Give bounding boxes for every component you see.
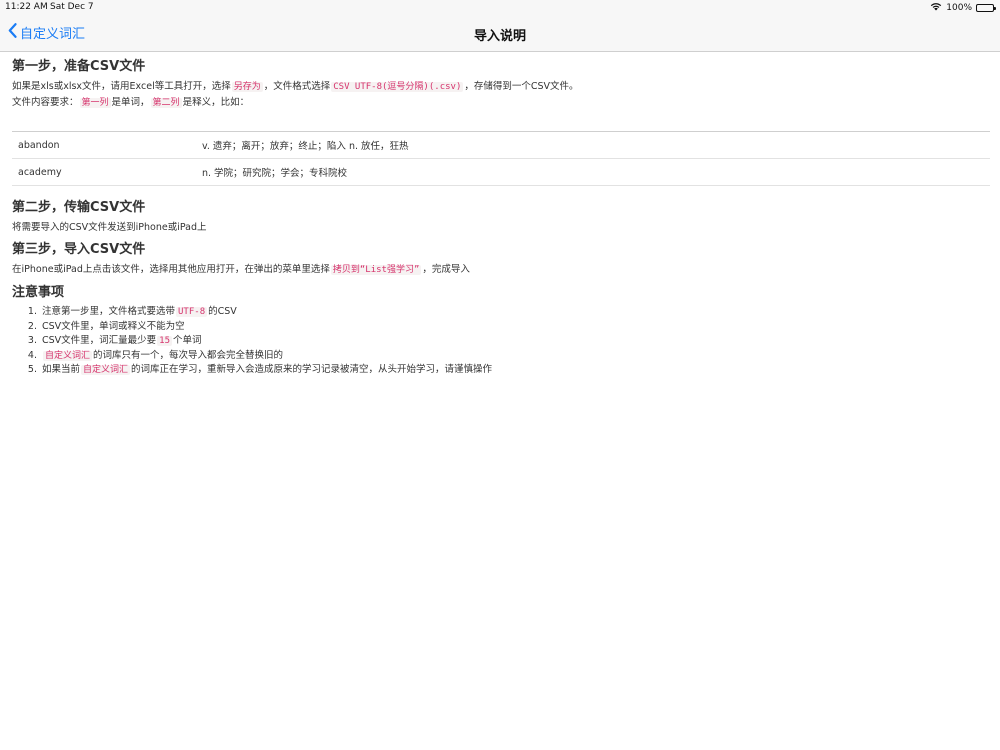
step1-line2-text-b: 是单词， bbox=[111, 97, 150, 108]
code-utf8: UTF-8 bbox=[176, 307, 208, 317]
status-date: Sat Dec 7 bbox=[50, 2, 94, 12]
list-item: 自定义词汇的词库只有一个，每次导入都会完全替换旧的 bbox=[40, 349, 990, 364]
step3-text-a: 在iPhone或iPad上点击该文件，选择用其他应用打开，在弹出的菜单里选择 bbox=[12, 264, 330, 275]
step1-line2-text-a: 文件内容要求： bbox=[12, 97, 79, 108]
code-csv-format: CSV UTF-8(逗号分隔)(.csv) bbox=[331, 82, 464, 92]
step1-title: 第一步，准备CSV文件 bbox=[12, 59, 146, 74]
note-text: CSV文件里，单词或释义不能为空 bbox=[42, 320, 185, 332]
list-item: 如果当前自定义词汇的词库正在学习，重新导入会造成原来的学习记录被清空，从头开始学… bbox=[40, 363, 990, 378]
step1-line1: 如果是xls或xlsx文件，请用Excel等工具打开，选择 另存为 ，文件格式选择 C… bbox=[12, 79, 990, 95]
code-copy-to: 拷贝到“List强学习” bbox=[330, 265, 422, 275]
note-text: 的词库正在学习，重新导入会造成原来的学习记录被清空，从头开始学习，请谨慎操作 bbox=[131, 364, 493, 375]
table-cell-word: abandon bbox=[12, 131, 196, 159]
status-time: 11:22 AM bbox=[5, 2, 48, 12]
step2-title: 第二步，传输CSV文件 bbox=[12, 200, 146, 215]
step1-line2: 文件内容要求： 第一列 是单词， 第二列 是释义，比如： bbox=[12, 95, 990, 111]
code-first-column: 第一列 bbox=[79, 98, 111, 108]
battery-percent: 100% bbox=[946, 3, 972, 13]
table-cell-word: academy bbox=[12, 158, 196, 186]
table-row: academy n. 学院；研究院；学会；专科院校 bbox=[12, 158, 990, 186]
step1-line1-text-c: ，存储得到一个CSV文件。 bbox=[464, 81, 579, 92]
table-cell-definition: n. 学院；研究院；学会；专科院校 bbox=[196, 158, 990, 186]
list-item: 注意第一步里，文件格式要选带UTF-8的CSV bbox=[40, 305, 990, 320]
code-save-as: 另存为 bbox=[231, 82, 263, 92]
note-text: 注意第一步里，文件格式要选带 bbox=[42, 306, 176, 317]
step1-line1-text-b: ，文件格式选择 bbox=[263, 81, 331, 92]
notes-list: 注意第一步里，文件格式要选带UTF-8的CSV CSV文件里，单词或释义不能为空… bbox=[12, 305, 990, 378]
step2-text: 将需要导入的CSV文件发送到iPhone或iPad上 bbox=[12, 222, 207, 233]
list-item: CSV文件里，单词或释义不能为空 bbox=[40, 320, 990, 335]
status-indicators: 100% bbox=[930, 2, 996, 14]
table-row: abandon v. 遗弃；离开；放弃；终止；陷入 n. 放任，狂热 bbox=[12, 131, 990, 159]
step3-text: 在iPhone或iPad上点击该文件，选择用其他应用打开，在弹出的菜单里选择 拷贝… bbox=[12, 262, 990, 278]
note-text: 的词库只有一个，每次导入都会完全替换旧的 bbox=[93, 349, 284, 361]
step3-title: 第三步，导入CSV文件 bbox=[12, 242, 146, 257]
battery-icon bbox=[976, 4, 996, 12]
code-second-column: 第二列 bbox=[150, 98, 182, 108]
note-text: 的CSV bbox=[208, 306, 237, 317]
status-bar: 11:22 AM Sat Dec 7 100% bbox=[0, 0, 1000, 16]
note-text: 如果当前 bbox=[42, 364, 81, 375]
note-text: 个单词 bbox=[173, 335, 202, 346]
step3-text-b: ，完成导入 bbox=[422, 264, 470, 275]
example-table: abandon v. 遗弃；离开；放弃；终止；陷入 n. 放任，狂热 acade… bbox=[12, 131, 990, 186]
navigation-bar: 自定义词汇 导入说明 bbox=[0, 16, 1000, 52]
step1-line2-text-c: 是释义，比如： bbox=[182, 97, 250, 108]
code-min-count: 15 bbox=[157, 336, 173, 346]
table-cell-definition: v. 遗弃；离开；放弃；终止；陷入 n. 放任，狂热 bbox=[196, 131, 990, 159]
note-text: CSV文件里，词汇量最少要 bbox=[42, 335, 157, 346]
step1-line1-text-a: 如果是xls或xlsx文件，请用Excel等工具打开，选择 bbox=[12, 81, 231, 92]
code-custom-vocab: 自定义词汇 bbox=[43, 350, 93, 361]
page-title: 导入说明 bbox=[473, 29, 526, 44]
code-custom-vocab: 自定义词汇 bbox=[81, 365, 131, 375]
wifi-icon bbox=[930, 2, 942, 14]
notes-title: 注意事项 bbox=[12, 285, 65, 300]
instructions-content: 第一步，准备CSV文件 如果是xls或xlsx文件，请用Excel等工具打开，选… bbox=[12, 58, 990, 378]
list-item: CSV文件里，词汇量最少要15个单词 bbox=[40, 334, 990, 349]
